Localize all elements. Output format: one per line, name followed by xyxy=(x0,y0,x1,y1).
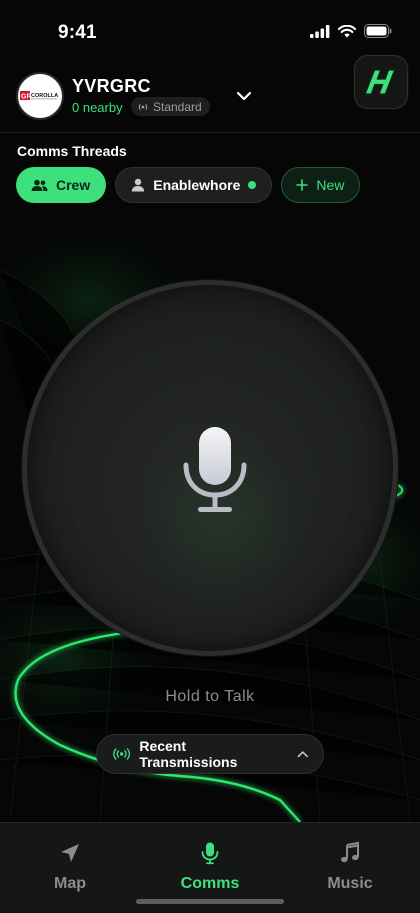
mode-badge: Standard xyxy=(131,97,210,116)
status-icons xyxy=(310,24,392,38)
status-bar: 9:41 xyxy=(0,0,420,60)
battery-icon xyxy=(364,24,392,38)
plus-icon xyxy=(296,179,309,191)
push-to-talk-button[interactable] xyxy=(22,280,398,656)
chevron-up-icon xyxy=(298,751,309,758)
svg-text:COROLLA: COROLLA xyxy=(31,93,58,99)
nearby-count: 0 nearby xyxy=(72,100,123,115)
threads-section-label: Comms Threads xyxy=(17,143,127,159)
broadcast-icon xyxy=(138,103,148,110)
gr-corolla-logo: GR COROLLA xyxy=(20,91,58,101)
recent-transmissions-label: Recent Transmissions xyxy=(139,738,238,770)
chevron-down-icon[interactable] xyxy=(234,86,254,106)
person-icon xyxy=(132,178,145,192)
home-indicator[interactable] xyxy=(136,899,284,904)
microphone-icon xyxy=(183,427,247,512)
tab-map[interactable]: Map xyxy=(20,841,120,893)
tab-music[interactable]: Music xyxy=(300,841,400,893)
broadcast-icon xyxy=(113,748,131,760)
tab-comms[interactable]: Comms xyxy=(160,841,260,893)
navigation-arrow-icon xyxy=(61,844,79,862)
recent-transmissions-button[interactable]: Recent Transmissions xyxy=(96,734,324,774)
header: GR COROLLA YVRGRC 0 nearby Standard xyxy=(16,55,408,126)
thread-chips: Crew Enablewhore New xyxy=(16,167,361,203)
header-divider xyxy=(0,132,420,133)
app-logo-button[interactable] xyxy=(354,55,408,109)
music-note-icon xyxy=(341,841,359,863)
group-avatar[interactable]: GR COROLLA xyxy=(16,72,64,120)
new-thread-button[interactable]: New xyxy=(281,167,361,203)
signal-icon xyxy=(310,24,330,38)
online-status-dot xyxy=(248,181,257,189)
wifi-icon xyxy=(338,24,356,37)
thread-chip-crew[interactable]: Crew xyxy=(16,167,107,203)
group-icon xyxy=(31,179,48,191)
tab-label: Music xyxy=(327,875,373,892)
svg-text:GR: GR xyxy=(21,94,32,101)
h-logo-icon xyxy=(364,69,396,95)
status-time: 9:41 xyxy=(58,22,97,43)
microphone-icon xyxy=(201,842,219,865)
thread-chip-enablewhore[interactable]: Enablewhore xyxy=(115,167,273,203)
hold-to-talk-hint: Hold to Talk xyxy=(165,688,255,705)
mode-label: Standard xyxy=(153,99,202,114)
thread-chip-label: Crew xyxy=(56,177,91,193)
tab-label: Map xyxy=(54,875,86,892)
new-thread-label: New xyxy=(316,177,345,193)
group-title[interactable]: YVRGRC xyxy=(72,76,151,97)
tab-label: Comms xyxy=(180,875,240,892)
thread-chip-label: Enablewhore xyxy=(153,177,241,193)
